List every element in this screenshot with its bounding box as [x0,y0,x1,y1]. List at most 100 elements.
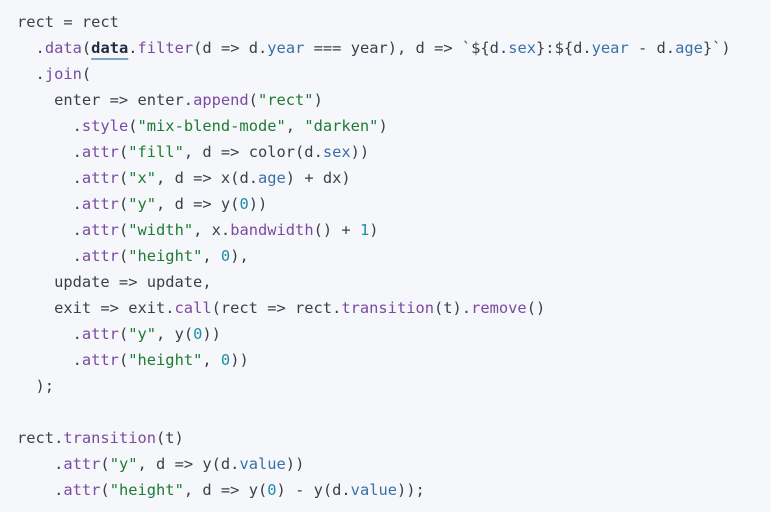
code-token-prop: age [257,169,286,187]
code-token-method: filter [137,39,194,57]
code-token-string: "x" [128,169,157,187]
code-token-method: bandwidth [230,221,314,239]
code-line[interactable]: .attr("height", 0)) [17,347,771,373]
code-token-number: 0 [193,325,203,343]
code-token-plain: )); [397,481,425,499]
code-token-prop: year [267,39,305,57]
code-token-prop: value [239,455,286,473]
code-token-method: append [193,91,249,109]
code-token-prop: sex [322,143,351,161]
code-token-plain: . [17,221,82,239]
code-block[interactable]: rect = rect .data(data.filter(d => d.yea… [17,9,771,503]
code-line[interactable]: .attr("width", x.bandwidth() + 1) [17,217,771,243]
code-token-plain: ( [118,247,129,265]
code-token-plain: ) + dx) [285,169,351,187]
code-token-method: attr [81,325,119,343]
code-token-plain: , [202,351,221,369]
code-line[interactable] [17,399,771,425]
code-token-string: "rect" [257,91,314,109]
code-token-method: attr [81,195,119,213]
code-line[interactable]: .attr("height", d => y(0) - y(d.value)); [17,477,771,503]
code-line[interactable]: .attr("y", y(0)) [17,321,771,347]
code-line[interactable]: rect = rect [17,9,771,35]
code-token-plain: . [17,247,82,265]
code-token-plain: ( [128,117,138,135]
code-token-string: "y" [128,325,157,343]
code-token-plain: . [17,325,82,343]
code-token-plain: . [17,117,82,135]
code-token-plain: ( [118,143,129,161]
code-token-plain: (t). [434,299,472,317]
code-token-plain: }`) [702,39,731,57]
code-token-plain: . [17,143,82,161]
code-token-plain: (d => d. [193,39,268,57]
code-line[interactable]: exit => exit.call(rect => rect.transitio… [17,295,771,321]
code-token-string: "height" [128,351,203,369]
code-token-number: 0 [267,481,277,499]
code-token-number: 0 [239,195,249,213]
code-token-plain: , y( [156,325,194,343]
code-token-plain: , d => y( [156,195,240,213]
code-line[interactable]: update => update, [17,269,771,295]
code-line[interactable]: .attr("x", d => x(d.age) + dx) [17,165,771,191]
code-token-plain: ( [248,91,258,109]
code-token-plain: ), [230,247,249,265]
code-token-plain: , [285,117,305,135]
code-token-string: "mix-blend-mode" [137,117,286,135]
code-token-prop: year [591,39,629,57]
code-token-plain: , d => y(d. [137,455,240,473]
code-token-plain: . [128,39,138,57]
code-line[interactable]: .attr("y", d => y(d.value)) [17,451,771,477]
code-token-method: attr [81,247,119,265]
code-token-method: remove [471,299,527,317]
code-token-method: transition [63,429,157,447]
code-line[interactable]: .style("mix-blend-mode", "darken") [17,113,771,139]
code-token-plain: , x. [193,221,231,239]
code-token-plain: ) [369,221,379,239]
code-token-plain: . [17,169,82,187]
code-line[interactable]: ); [17,373,771,399]
code-token-plain: )) [350,143,370,161]
code-token-plain: ) [378,117,388,135]
code-token-number: 0 [220,247,231,265]
code-token-plain: . [17,455,64,473]
code-token-method: attr [81,143,119,161]
code-token-prop: sex [508,39,537,57]
code-token-string: "y" [128,195,157,213]
code-token-plain: ( [81,65,92,83]
code-token-plain: . [17,195,82,213]
code-line[interactable]: .attr("fill", d => color(d.sex)) [17,139,771,165]
code-token-plain: ) [313,91,323,109]
code-token-plain: , d => color(d. [183,143,323,161]
code-line[interactable]: .attr("y", d => y(0)) [17,191,771,217]
code-line[interactable]: .data(data.filter(d => d.year === year),… [17,35,771,61]
code-token-plain: () + [313,221,360,239]
code-token-plain: . [17,39,45,57]
code-token-method: data [44,39,82,57]
code-token-plain: enter => enter. [17,91,194,109]
code-token-plain: )) [248,195,268,213]
code-token-plain: ( [118,221,129,239]
code-token-plain: ( [100,481,110,499]
code-token-plain: ( [118,351,129,369]
code-token-plain: , d => y( [183,481,268,499]
code-token-method: call [174,299,212,317]
code-line[interactable]: .join( [17,61,771,87]
code-token-plain: ); [17,377,55,395]
code-token-plain: , [202,247,221,265]
code-token-string: "darken" [304,117,379,135]
code-token-plain: rect = rect [17,13,119,31]
code-line[interactable]: .attr("height", 0), [17,243,771,269]
code-token-plain: , d => x(d. [156,169,258,187]
code-line[interactable]: enter => enter.append("rect") [17,87,771,113]
code-token-method: transition [341,299,435,317]
code-token-plain: )) [202,325,221,343]
code-token-plain: (rect => rect. [211,299,342,317]
code-editor[interactable]: rect = rect .data(data.filter(d => d.yea… [0,0,771,512]
code-token-method: attr [81,221,119,239]
code-token-plain: . [17,481,64,499]
code-line[interactable]: rect.transition(t) [17,425,771,451]
code-token-method: attr [63,455,101,473]
code-token-plain: ( [100,455,110,473]
code-token-string: "width" [128,221,194,239]
